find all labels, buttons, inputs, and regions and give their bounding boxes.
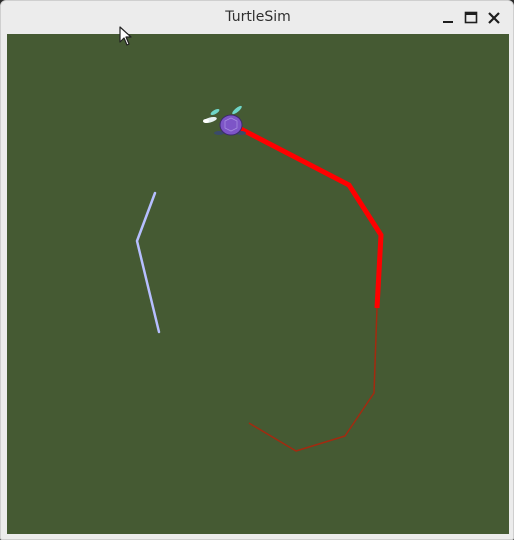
minimize-button[interactable] (440, 10, 456, 26)
maximize-icon (464, 11, 478, 24)
mouse-pointer-icon (119, 26, 132, 46)
canvas-background (7, 34, 509, 534)
close-icon (488, 12, 500, 24)
turtle-canvas (7, 34, 509, 534)
canvas-svg (7, 34, 509, 534)
turtlesim-window: TurtleSim (0, 0, 514, 540)
window-title: TurtleSim (225, 9, 291, 25)
close-button[interactable] (486, 10, 502, 26)
minimize-icon (443, 21, 453, 23)
maximize-button[interactable] (463, 10, 479, 26)
title-bar[interactable]: TurtleSim (1, 1, 513, 34)
